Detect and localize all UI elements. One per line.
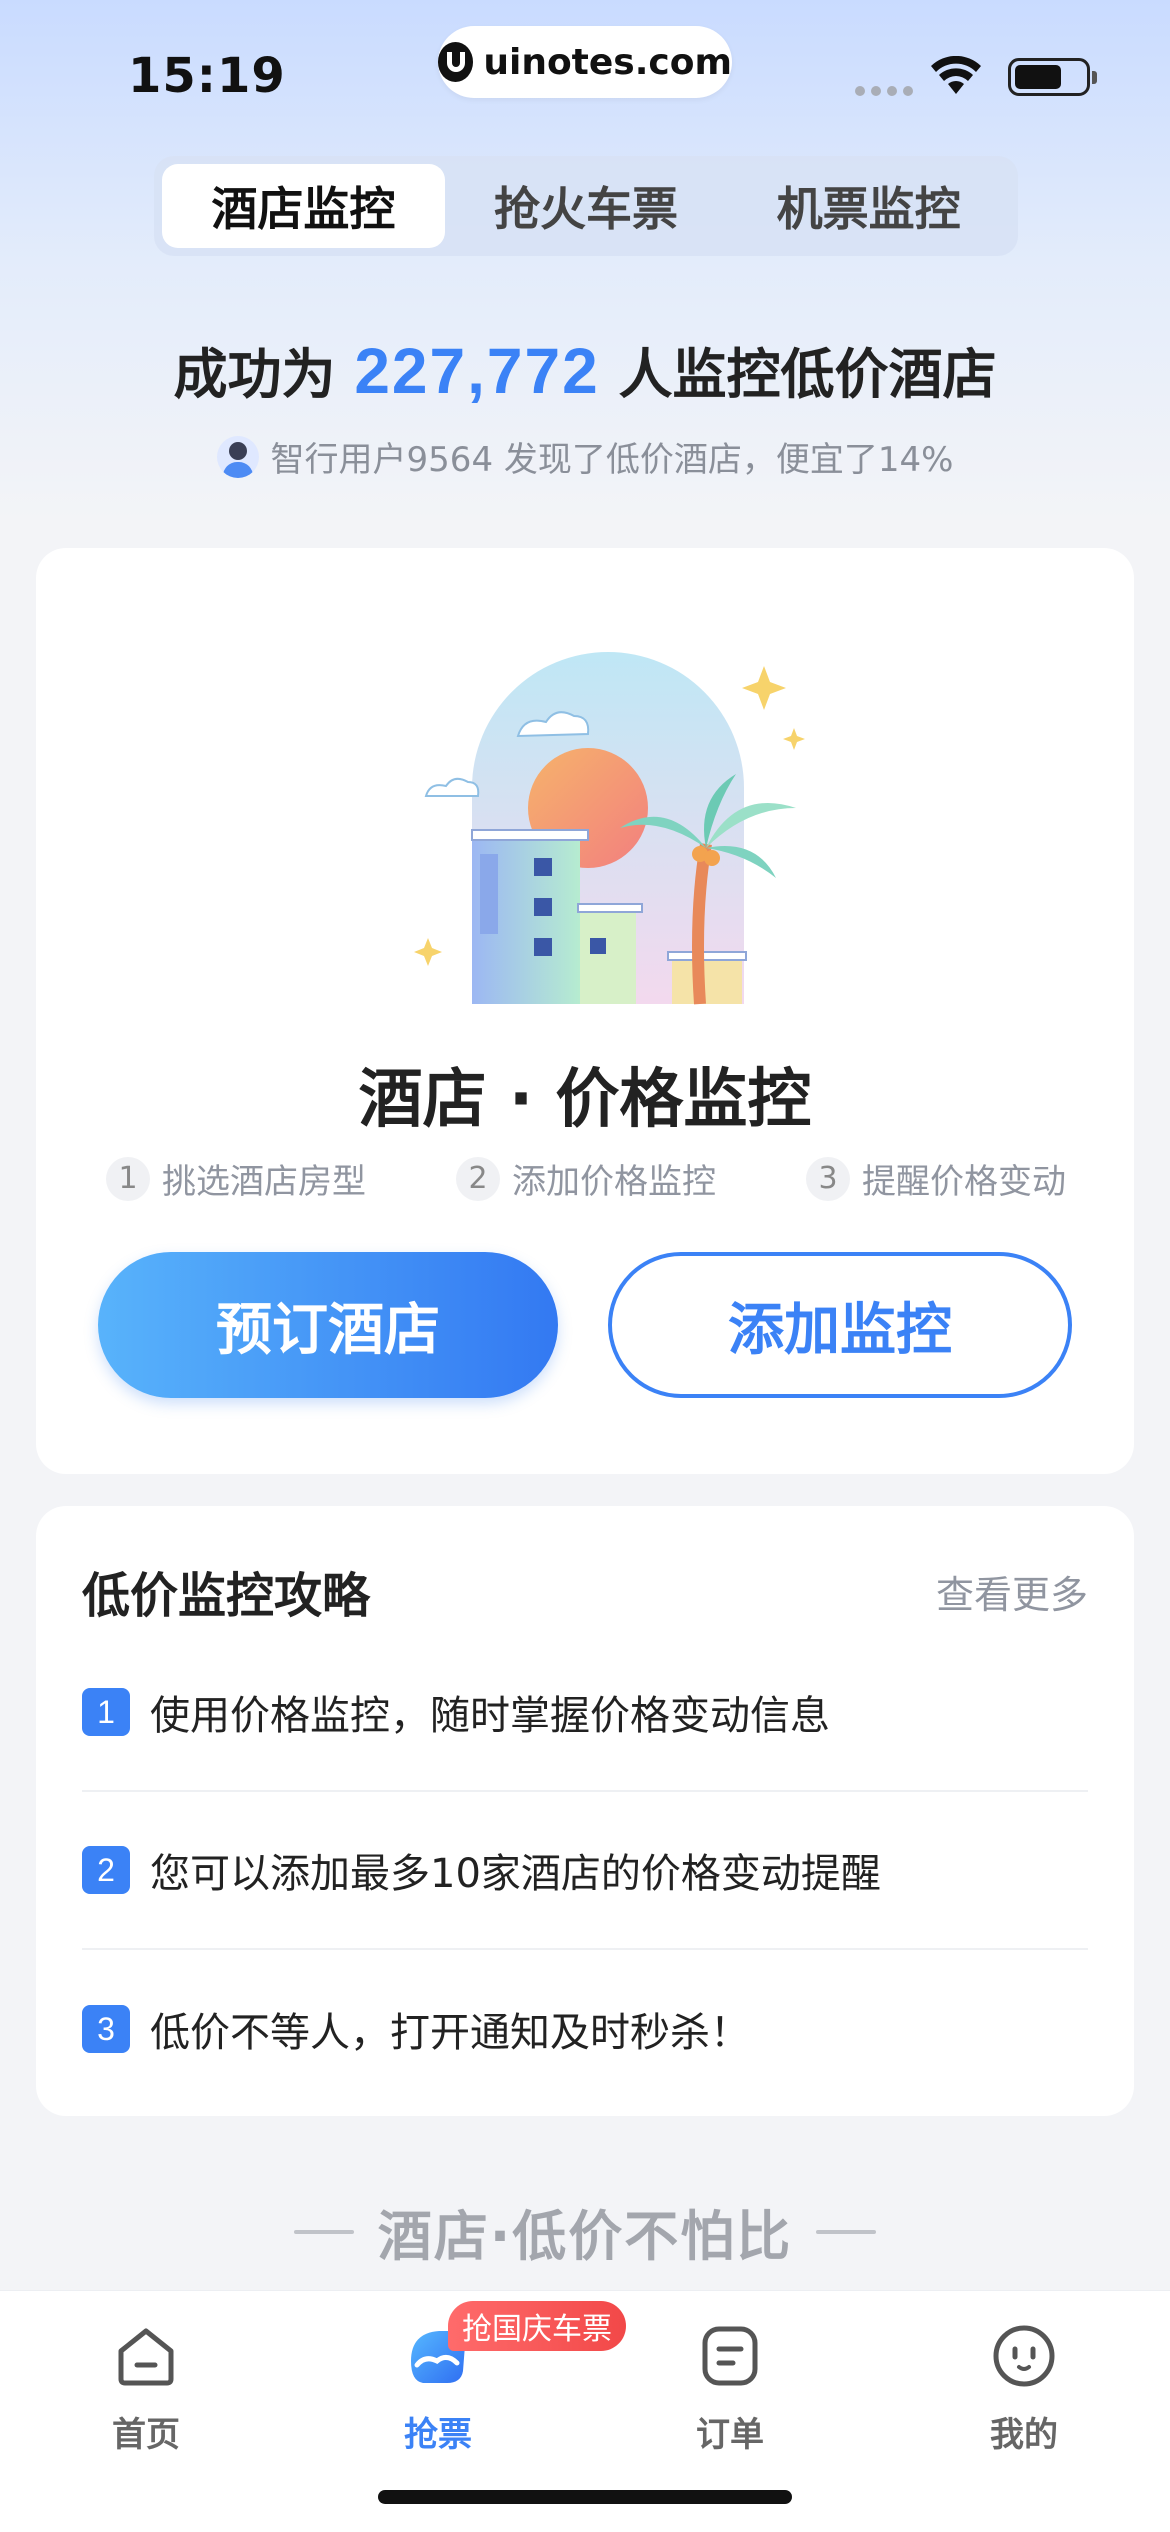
battery-icon	[1008, 58, 1097, 96]
view-more-link[interactable]: 查看更多	[936, 1564, 1088, 1619]
headline: 成功为 227,772 人监控低价酒店	[0, 330, 1170, 409]
hotel-illustration	[414, 652, 805, 1005]
status-time: 15:19	[128, 48, 286, 104]
tip-item: 1 使用价格监控，随时掌握价格变动信息	[82, 1634, 1088, 1792]
step-label: 添加价格监控	[512, 1162, 716, 1202]
tip-text: 低价不等人，打开通知及时秒杀！	[150, 2010, 750, 2056]
tips-card: 低价监控攻略 查看更多 1 使用价格监控，随时掌握价格变动信息 2 您可以添加最…	[36, 1506, 1134, 2116]
nav-label: 首页	[112, 2415, 180, 2455]
cellular-signal-icon	[855, 86, 913, 96]
url-text: uinotes.com	[483, 41, 732, 83]
tip-number: 3	[82, 2005, 130, 2053]
tips-title: 低价监控攻略	[82, 1568, 371, 1624]
tip-number: 2	[82, 1846, 130, 1894]
nav-label: 我的	[990, 2415, 1058, 2455]
status-bar: 15:19 uinotes.com	[0, 0, 1170, 150]
headline-prefix: 成功为	[173, 343, 336, 406]
slogan-text: 酒店·低价不怕比	[377, 2205, 793, 2268]
nav-item-profile[interactable]: 我的	[924, 2321, 1124, 2456]
subline-text: 智行用户9564 发现了低价酒店，便宜了14%	[270, 440, 954, 480]
nav-label: 订单	[696, 2415, 764, 2455]
slogan-dash-left	[293, 2229, 354, 2234]
tip-text: 您可以添加最多10家酒店的价格变动提醒	[150, 1851, 881, 1897]
card-title: 酒店 · 价格监控	[358, 1063, 812, 1137]
step-item: 3 提醒价格变动	[806, 1154, 1066, 1203]
book-hotel-button[interactable]: 预订酒店	[98, 1252, 558, 1398]
step-number: 2	[456, 1156, 500, 1201]
monitor-steps: 1 挑选酒店房型 2 添加价格监控 3 提醒价格变动	[106, 1154, 1066, 1203]
step-number: 3	[806, 1156, 850, 1201]
tip-item: 2 您可以添加最多10家酒店的价格变动提醒	[82, 1792, 1088, 1950]
promo-badge[interactable]: 抢国庆车票	[448, 2301, 626, 2351]
monitor-count: 227,772	[354, 335, 600, 407]
slogan-dash-right	[816, 2229, 877, 2234]
wifi-icon	[931, 56, 981, 94]
step-item: 1 挑选酒店房型	[106, 1154, 366, 1203]
site-logo-icon	[438, 42, 474, 82]
add-monitor-button[interactable]: 添加监控	[608, 1252, 1072, 1398]
home-icon	[118, 2328, 174, 2386]
subline: 智行用户9564 发现了低价酒店，便宜了14%	[0, 432, 1170, 481]
headline-suffix: 人监控低价酒店	[618, 343, 997, 406]
tip-text: 使用价格监控，随时掌握价格变动信息	[150, 1693, 830, 1739]
step-label: 提醒价格变动	[862, 1162, 1066, 1202]
step-number: 1	[106, 1156, 150, 1201]
home-indicator[interactable]	[378, 2490, 792, 2504]
slogan: 酒店·低价不怕比	[0, 2192, 1170, 2271]
url-pill[interactable]: uinotes.com	[438, 26, 732, 98]
tab-hotel-monitor[interactable]: 酒店监控	[162, 164, 445, 248]
step-label: 挑选酒店房型	[162, 1162, 366, 1202]
tip-item: 3 低价不等人，打开通知及时秒杀！	[82, 1950, 1088, 2108]
tab-train-ticket[interactable]: 抢火车票	[445, 164, 728, 248]
category-tabs: 酒店监控 抢火车票 机票监控	[154, 156, 1018, 256]
avatar	[216, 435, 259, 478]
nav-item-orders[interactable]: 订单	[630, 2321, 830, 2456]
nav-item-home[interactable]: 首页	[46, 2321, 246, 2456]
nav-label: 抢票	[404, 2415, 472, 2455]
order-icon	[702, 2326, 758, 2386]
step-item: 2 添加价格监控	[456, 1154, 716, 1203]
hotel-monitor-card: 酒店 · 价格监控 1 挑选酒店房型 2 添加价格监控 3 提醒价格变动 预订酒…	[36, 548, 1134, 1474]
tip-number: 1	[82, 1688, 130, 1736]
profile-icon	[993, 2325, 1055, 2387]
tab-flight-monitor[interactable]: 机票监控	[727, 164, 1010, 248]
